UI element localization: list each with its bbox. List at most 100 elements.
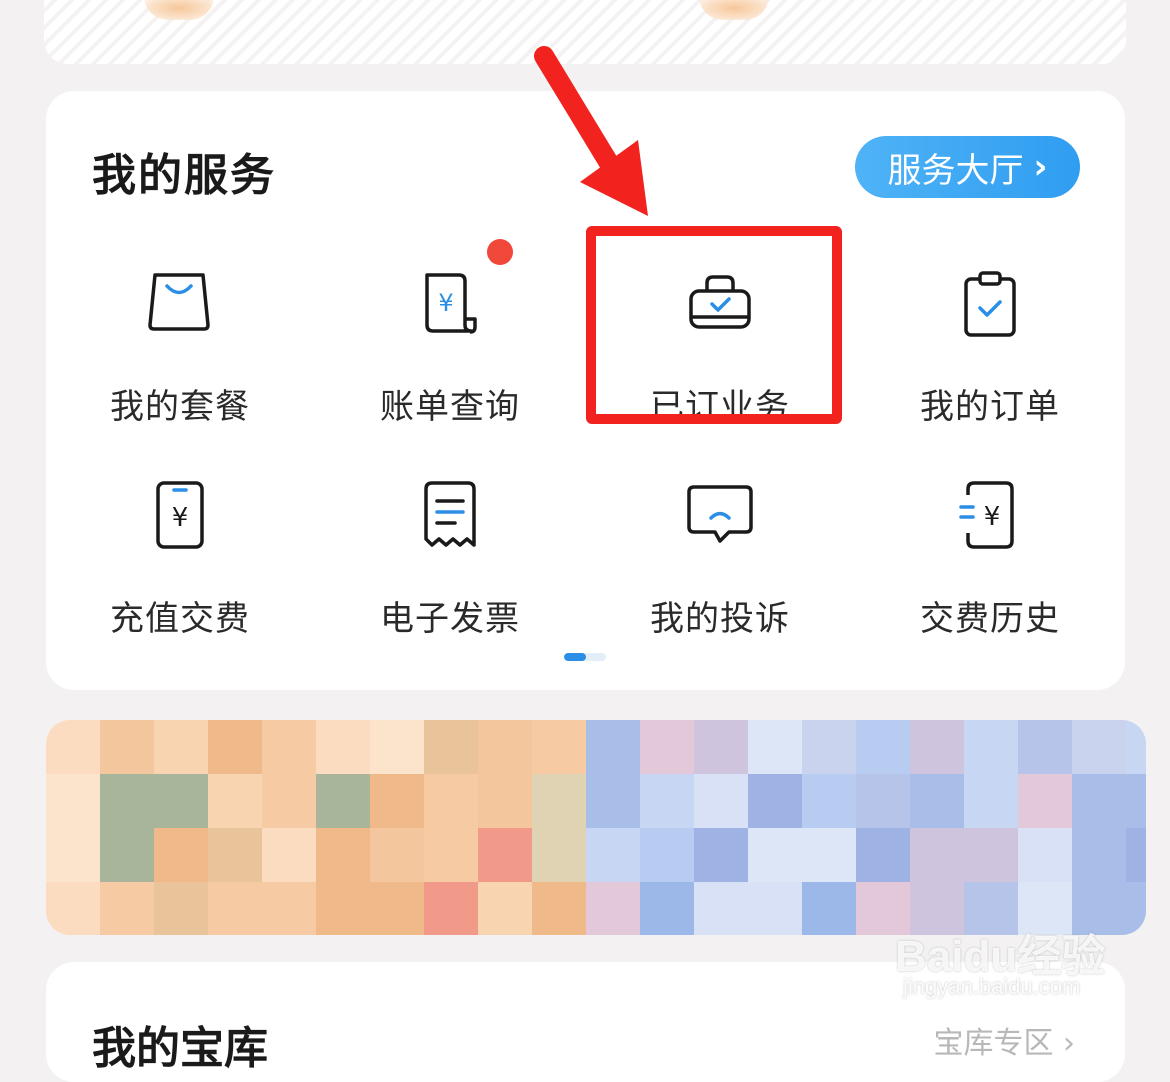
- banner-pixel: [46, 720, 100, 774]
- banner-pixel: [856, 828, 910, 882]
- banner-pixel: [856, 882, 910, 935]
- service-item-label: 我的投诉: [650, 599, 790, 639]
- service-item-my-orders[interactable]: 我的订单: [860, 269, 1120, 449]
- banner-pixel: [532, 882, 586, 935]
- complaint-chat-icon: [687, 485, 753, 543]
- banner-pixel: [802, 882, 856, 935]
- banner-pixel: [586, 720, 640, 774]
- banner-pixel: [964, 828, 1018, 882]
- service-item-my-complaints[interactable]: 我的投诉: [590, 481, 850, 661]
- banner-pixel: [964, 720, 1018, 774]
- section-title: 我的服务: [92, 150, 276, 201]
- decorative-blob: [699, 0, 769, 20]
- banner-pixel: [694, 774, 748, 828]
- svg-text:¥: ¥: [438, 289, 453, 317]
- banner-pixel: [208, 774, 262, 828]
- banner-pixel: [370, 882, 424, 935]
- banner-pixel: [532, 828, 586, 882]
- service-item-subscribed-services[interactable]: 已订业务: [590, 269, 850, 449]
- banner-pixel: [640, 882, 694, 935]
- banner-pixel: [694, 882, 748, 935]
- section-title: 我的宝库: [92, 1023, 268, 1074]
- top-card-partial: [44, 0, 1126, 64]
- phone-yuan-icon: ¥: [156, 481, 204, 549]
- notification-badge: [487, 239, 513, 265]
- shopping-bag-icon: [148, 273, 210, 331]
- banner-pixel: [910, 774, 964, 828]
- treasury-zone-link[interactable]: 宝库专区 ›: [933, 1018, 1075, 1062]
- banner-pixel: [154, 774, 208, 828]
- service-item-label: 电子发票: [380, 599, 520, 639]
- banner-pixel: [802, 720, 856, 774]
- banner-pixel: [262, 882, 316, 935]
- banner-pixel: [1126, 774, 1146, 828]
- service-item-label: 充值交费: [110, 599, 250, 639]
- banner-pixel: [964, 774, 1018, 828]
- banner-pixel: [1072, 774, 1126, 828]
- page-indicator-active: [564, 653, 586, 661]
- banner-pixel: [1126, 882, 1146, 935]
- banner-pixel: [424, 882, 478, 935]
- banner-pixel: [100, 882, 154, 935]
- banner-pixel: [856, 720, 910, 774]
- banner-pixel: [208, 828, 262, 882]
- svg-text:¥: ¥: [172, 503, 189, 533]
- banner-pixel: [1126, 720, 1146, 774]
- banner-pixel: [478, 882, 532, 935]
- banner-pixel: [370, 774, 424, 828]
- service-item-bill-query[interactable]: ¥ 账单查询: [320, 269, 580, 449]
- banner-pixel: [100, 774, 154, 828]
- bill-receipt-icon: ¥: [425, 273, 477, 334]
- banner-pixel: [748, 720, 802, 774]
- banner-pixel: [46, 774, 100, 828]
- service-item-label: 我的套餐: [110, 387, 250, 427]
- banner-pixel: [694, 720, 748, 774]
- banner-pixel: [748, 774, 802, 828]
- treasury-zone-label: 宝库专区: [933, 1026, 1054, 1061]
- banner-pixel: [586, 828, 640, 882]
- service-item-e-invoice[interactable]: 电子发票: [320, 481, 580, 661]
- banner-pixel: [262, 774, 316, 828]
- banner-pixel: [208, 882, 262, 935]
- banner-pixel: [640, 774, 694, 828]
- banner-pixel: [694, 828, 748, 882]
- service-item-recharge[interactable]: ¥ 充值交费: [50, 481, 310, 661]
- service-item-label: 我的订单: [920, 387, 1060, 427]
- service-item-my-plan[interactable]: 我的套餐: [50, 269, 310, 449]
- service-item-label: 已订业务: [650, 387, 790, 427]
- clipboard-check-icon: [964, 271, 1016, 337]
- banner-pixel: [586, 882, 640, 935]
- my-treasury-card: 我的宝库 宝库专区 ›: [46, 962, 1125, 1082]
- banner-pixel: [1018, 774, 1072, 828]
- banner-pixel: [1072, 828, 1126, 882]
- svg-text:¥: ¥: [984, 502, 1001, 532]
- banner-pixel: [1018, 828, 1072, 882]
- invoice-icon: [424, 481, 476, 547]
- banner-pixel: [910, 828, 964, 882]
- banner-pixel: [370, 828, 424, 882]
- banner-pixel: [1018, 882, 1072, 935]
- banner-pixel: [316, 774, 370, 828]
- banner-pixel: [856, 774, 910, 828]
- banner-pixel: [424, 720, 478, 774]
- banner-pixel: [100, 720, 154, 774]
- banner-pixel: [532, 720, 586, 774]
- service-hall-button[interactable]: 服务大厅 ›: [855, 136, 1080, 198]
- banner-pixel: [316, 882, 370, 935]
- banner-pixel: [154, 720, 208, 774]
- banner-pixel: [262, 720, 316, 774]
- service-item-payment-history[interactable]: ¥ 交费历史: [860, 481, 1120, 661]
- promo-banner[interactable]: [46, 720, 1146, 935]
- service-item-label: 交费历史: [920, 599, 1060, 639]
- banner-pixel: [478, 774, 532, 828]
- banner-pixel: [1072, 720, 1126, 774]
- banner-pixel: [910, 882, 964, 935]
- banner-pixel: [964, 882, 1018, 935]
- banner-pixel: [316, 828, 370, 882]
- banner-pixel: [424, 774, 478, 828]
- banner-pixel: [154, 882, 208, 935]
- banner-pixel: [478, 828, 532, 882]
- banner-pixel: [154, 828, 208, 882]
- banner-pixel: [640, 828, 694, 882]
- banner-pixel: [424, 828, 478, 882]
